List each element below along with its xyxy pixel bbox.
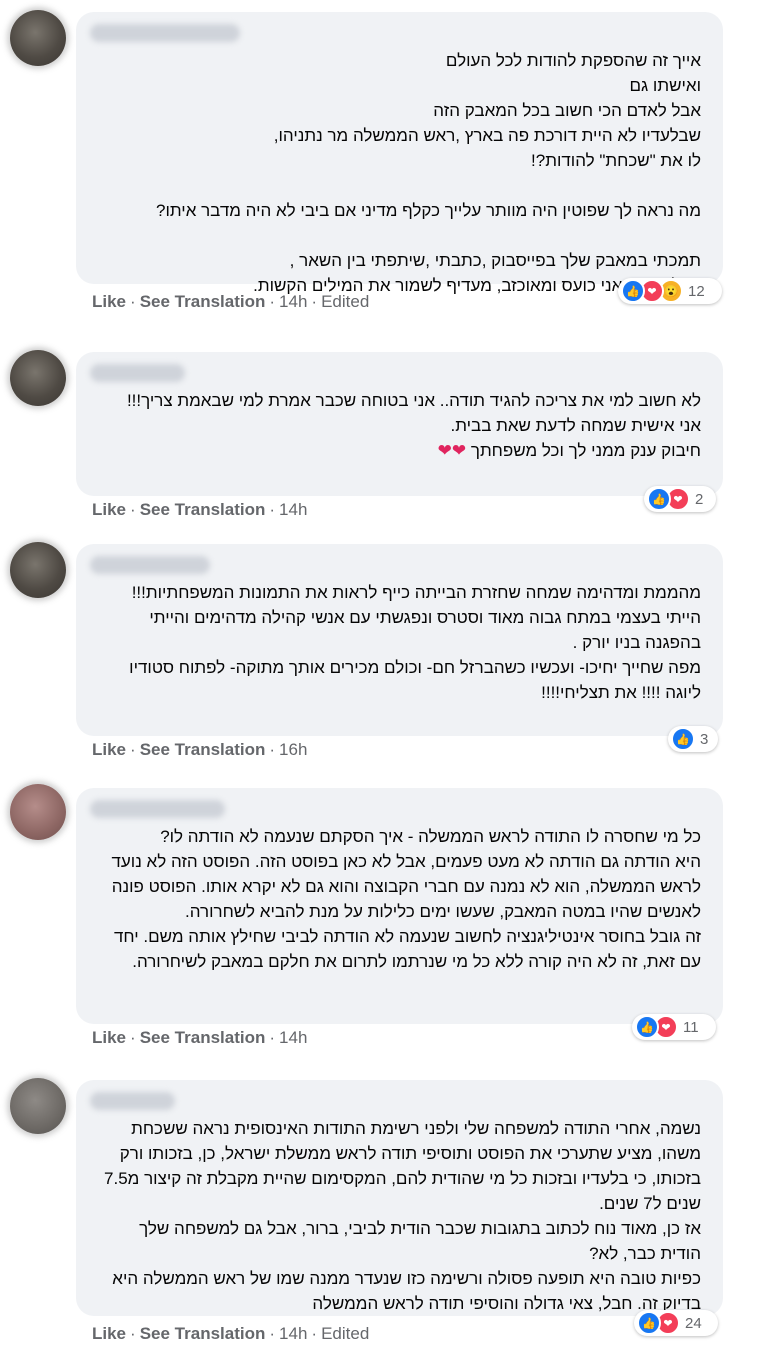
reactions-summary[interactable]: 👍 ❤ 2 xyxy=(644,486,716,512)
like-link[interactable]: Like xyxy=(92,1028,126,1047)
avatar[interactable] xyxy=(10,542,66,598)
edited-label[interactable]: Edited xyxy=(321,1324,369,1343)
comment-text: מהממת ומדהימה שמחה שחזרת הבייתה כייף לרא… xyxy=(129,583,701,702)
avatar[interactable] xyxy=(10,1078,66,1134)
like-reaction-icon: 👍 xyxy=(621,279,645,303)
see-translation-link[interactable]: See Translation xyxy=(140,500,266,519)
like-reaction-icon: 👍 xyxy=(671,727,695,751)
reaction-count: 2 xyxy=(695,490,704,508)
comment-text: אייך זה שהספקת להודות לכל העולם ואישתו ג… xyxy=(156,51,701,295)
reaction-count: 3 xyxy=(700,730,709,748)
see-translation-link[interactable]: See Translation xyxy=(140,1028,266,1047)
see-translation-link[interactable]: See Translation xyxy=(140,1324,266,1343)
comment-bubble: נשמה, אחרי התודה למשפחה שלי ולפני רשימת … xyxy=(76,1080,723,1316)
reactions-summary[interactable]: 👍 3 xyxy=(668,726,718,752)
separator: · xyxy=(130,740,136,759)
commenter-name[interactable] xyxy=(90,364,185,382)
separator: · xyxy=(311,1324,318,1343)
comment-time[interactable]: 14h xyxy=(279,1028,307,1047)
comment-time[interactable]: 14h xyxy=(279,1324,307,1343)
comment-text: לא חשוב למי את צריכה להגיד תודה.. אני בט… xyxy=(98,388,701,463)
comment-text: נשמה, אחרי התודה למשפחה שלי ולפני רשימת … xyxy=(104,1119,701,1313)
comment-actions: Like · See Translation · 14h xyxy=(92,500,307,520)
separator: · xyxy=(130,292,136,311)
see-translation-link[interactable]: See Translation xyxy=(140,292,266,311)
separator: · xyxy=(130,500,136,519)
avatar[interactable] xyxy=(10,350,66,406)
avatar[interactable] xyxy=(10,10,66,66)
comment-bubble: מהממת ומדהימה שמחה שחזרת הבייתה כייף לרא… xyxy=(76,544,723,736)
comment-actions: Like · See Translation · 14h · Edited xyxy=(92,1324,369,1344)
comment-actions: Like · See Translation · 14h xyxy=(92,1028,307,1048)
reaction-count: 24 xyxy=(685,1314,702,1332)
commenter-name[interactable] xyxy=(90,556,210,574)
reaction-count: 12 xyxy=(688,282,705,300)
separator: · xyxy=(269,500,276,519)
separator: · xyxy=(269,1028,276,1047)
like-reaction-icon: 👍 xyxy=(647,487,671,511)
separator: · xyxy=(311,292,318,311)
reactions-summary[interactable]: 👍 ❤ 24 xyxy=(634,1310,718,1336)
reactions-summary[interactable]: 👍 ❤ 😮 12 xyxy=(618,278,722,304)
like-link[interactable]: Like xyxy=(92,292,126,311)
like-link[interactable]: Like xyxy=(92,1324,126,1343)
comment-time[interactable]: 14h xyxy=(279,500,307,519)
like-reaction-icon: 👍 xyxy=(635,1015,659,1039)
comment-text: כל מי שחסרה לו התודה לראש הממשלה - איך ה… xyxy=(111,827,701,971)
separator: · xyxy=(269,292,276,311)
like-reaction-icon: 👍 xyxy=(637,1311,661,1335)
like-link[interactable]: Like xyxy=(92,500,126,519)
comment-actions: Like · See Translation · 16h xyxy=(92,740,307,760)
comment-time[interactable]: 14h xyxy=(279,292,307,311)
avatar[interactable] xyxy=(10,784,66,840)
comment-bubble: כל מי שחסרה לו התודה לראש הממשלה - איך ה… xyxy=(76,788,723,1024)
reaction-count: 11 xyxy=(683,1018,699,1036)
separator: · xyxy=(269,740,276,759)
comment-bubble: לא חשוב למי את צריכה להגיד תודה.. אני בט… xyxy=(76,352,723,496)
like-link[interactable]: Like xyxy=(92,740,126,759)
commenter-name[interactable] xyxy=(90,24,240,42)
comment-actions: Like · See Translation · 14h · Edited xyxy=(92,292,369,312)
red-heart-emoji: ❤❤ xyxy=(437,441,467,460)
see-translation-link[interactable]: See Translation xyxy=(140,740,266,759)
commenter-name[interactable] xyxy=(90,800,225,818)
comment-text-body: לא חשוב למי את צריכה להגיד תודה.. אני בט… xyxy=(126,391,701,460)
separator: · xyxy=(269,1324,276,1343)
edited-label[interactable]: Edited xyxy=(321,292,369,311)
commenter-name[interactable] xyxy=(90,1092,175,1110)
comment-time[interactable]: 16h xyxy=(279,740,307,759)
comment-bubble: אייך זה שהספקת להודות לכל העולם ואישתו ג… xyxy=(76,12,723,295)
reactions-summary[interactable]: 👍 ❤ 11 xyxy=(632,1014,716,1040)
separator: · xyxy=(130,1324,136,1343)
separator: · xyxy=(130,1028,136,1047)
